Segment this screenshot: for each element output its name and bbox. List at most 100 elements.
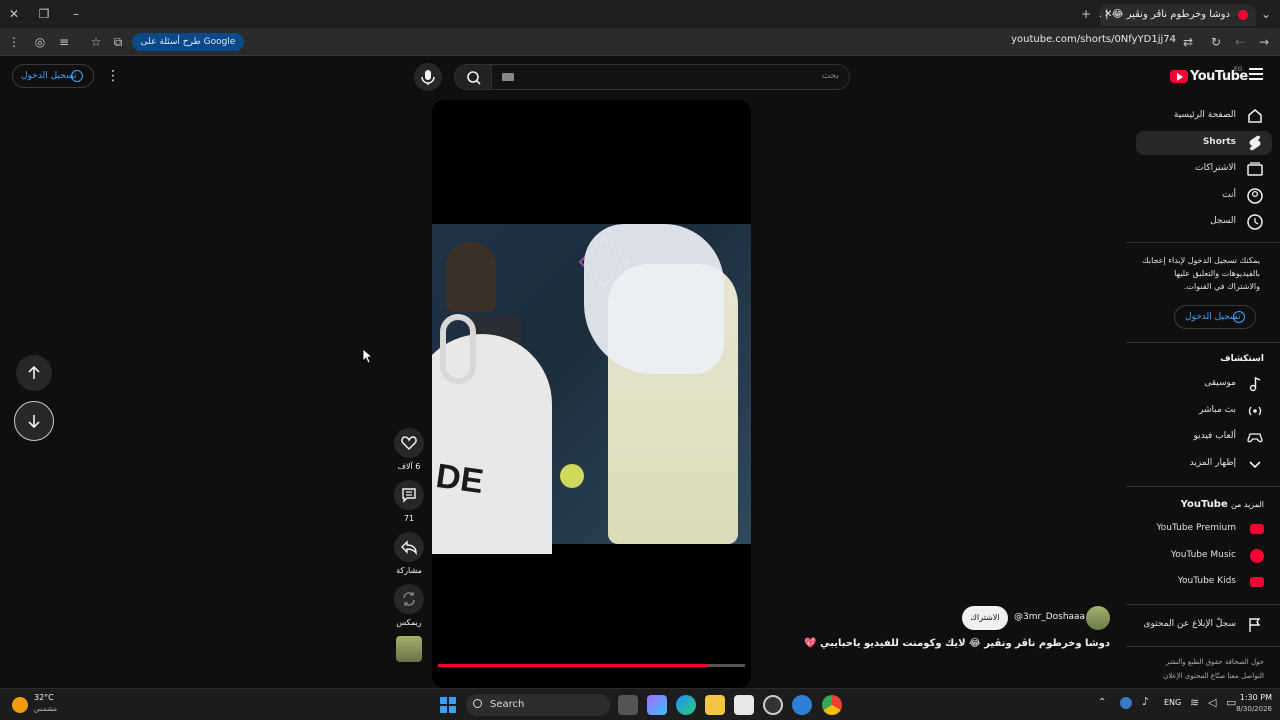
windows-taskbar: 32°C مشمس Search ⌃ ♪ ENG ≋ ◁ ▭ 1:30 PM 8… [0,688,1280,720]
user-icon [1247,188,1263,204]
tray-app-icon[interactable] [1120,697,1132,709]
volume-icon[interactable]: ◁ [1208,696,1216,709]
sidebar-item-youtube-kids[interactable]: YouTube Kids [1136,570,1264,594]
taskbar-search[interactable]: Search [466,694,610,716]
tray-mic-icon[interactable]: ♪ [1142,695,1149,708]
header-sign-in-button[interactable]: تسجيل الدخول [12,64,94,88]
forward-icon[interactable]: → [1254,32,1274,52]
wifi-icon[interactable]: ≋ [1190,696,1199,709]
settings-menu-icon[interactable]: ⋮ [106,68,120,84]
account-circle-icon [1233,311,1245,323]
tab-search-icon[interactable]: ⌄ [1256,4,1276,24]
sidebar-item-home[interactable]: الصفحة الرئيسية [1136,104,1264,128]
more-from-youtube-heading: YouTube المزيد من [1181,499,1264,510]
ask-google-chip[interactable]: طرح أسئلة على Google [132,33,244,51]
sidebar-item-label: سجلّ الإبلاغ عن المحتوى [1143,619,1236,629]
shorts-video-player[interactable]: DE [432,100,751,688]
reading-list-icon[interactable]: ≡ [54,32,74,52]
sound-thumbnail[interactable] [396,636,422,662]
sidebar-item-gaming[interactable]: ألعاب فيديو [1136,425,1264,449]
ball-figure [560,464,584,488]
sidebar-item-you[interactable]: أنت [1136,184,1264,208]
profile-icon[interactable]: ◎ [30,32,50,52]
person-back-figure [446,242,496,312]
sidebar-item-subscriptions[interactable]: الاشتراكات [1136,157,1264,181]
file-explorer-icon[interactable] [705,695,725,715]
like-button[interactable] [394,428,424,458]
youtube-logo[interactable]: YouTube [1170,68,1248,86]
search-icon [473,699,482,708]
chrome-browser-icon[interactable] [822,695,842,715]
subscribe-button[interactable]: الاشتراك [962,606,1008,630]
comment-icon [402,488,416,503]
sidebar-item-label: أنت [1222,190,1236,200]
headphones-figure [440,314,476,384]
weather-sun-icon[interactable] [12,697,28,713]
search-input[interactable]: بحث [492,64,850,90]
back-icon[interactable]: ← [1230,32,1250,52]
lens-icon[interactable]: ⧉ [108,32,128,52]
history-icon [1247,214,1263,230]
home-icon [1248,109,1262,123]
task-view-icon[interactable] [618,695,638,715]
sidebar-item-live[interactable]: بث مباشر [1136,399,1264,423]
sidebar-item-music[interactable]: موسيقى [1136,372,1264,396]
copilot-icon[interactable] [647,695,667,715]
video-frame: DE [432,224,751,554]
sidebar-item-show-more[interactable]: إظهار المزيد [1136,452,1264,476]
comments-button[interactable] [394,480,424,510]
sidebar-divider [1126,242,1280,243]
footer-links-1[interactable]: حول الصحافة حقوق الطبع والنشر [1124,658,1264,666]
voice-search-button[interactable] [414,63,442,91]
weather-temp: 32°C [34,693,54,702]
keyboard-icon[interactable] [502,73,514,81]
clock-time[interactable]: 1:30 PM [1236,693,1272,702]
search-button[interactable] [454,64,492,90]
share-label: مشاركة [396,566,422,575]
clock-date[interactable]: 8/30/2026 [1226,705,1272,713]
sidebar-item-youtube-music[interactable]: YouTube Music [1136,544,1264,568]
restore-window-icon[interactable]: ❐ [34,4,54,24]
sidebar-item-shorts[interactable]: Shorts [1136,131,1272,155]
youtube-logo-play-triangle [1177,73,1183,81]
reload-icon[interactable]: ↻ [1206,32,1226,52]
url-text[interactable]: youtube.com/shorts/0NfyYD1jj74 [1000,34,1176,45]
sidebar-item-youtube-premium[interactable]: YouTube Premium [1136,517,1264,541]
remix-button[interactable] [394,584,424,614]
channel-handle[interactable]: @3mr_Doshaaa [1014,612,1085,622]
app-blue-icon[interactable] [792,695,812,715]
hamburger-menu-icon[interactable] [1249,68,1263,80]
previous-short-button[interactable] [16,355,52,391]
settings-gear-icon[interactable] [763,695,783,715]
gaming-icon [1247,433,1263,443]
minimize-window-icon[interactable]: – [66,4,86,24]
sidebar-item-label: Shorts [1202,137,1236,147]
sidebar-signin-prompt: يمكنك تسجيل الدخول لإبداء إعجابك بالفيدي… [1142,256,1260,291]
sidebar-item-history[interactable]: السجل [1136,210,1264,234]
tray-chevron-up-icon[interactable]: ⌃ [1098,697,1106,708]
next-short-button[interactable] [14,401,54,441]
mouse-cursor-icon [362,348,374,364]
windows-start-icon[interactable] [438,695,458,715]
browser-menu-icon[interactable]: ⋮ [4,32,24,52]
new-tab-icon[interactable]: + [1076,4,1096,24]
tab-title: دوشا وخرطوم ناڤر ونڤير 😂 | ... [1100,9,1230,20]
edge-browser-icon[interactable] [676,695,696,715]
sidebar-item-report-history[interactable]: سجلّ الإبلاغ عن المحتوى [1136,613,1264,637]
microsoft-store-icon[interactable] [734,695,754,715]
sidebar-item-label: YouTube Kids [1177,576,1236,586]
tab-close-icon[interactable]: ✕ [1104,4,1112,26]
youtube-premium-icon [1250,524,1264,534]
sidebar-sign-in-button[interactable]: تسجيل الدخول [1174,305,1256,329]
channel-avatar[interactable] [1086,606,1110,630]
close-window-icon[interactable]: ✕ [4,4,24,24]
site-settings-icon[interactable]: ⇄ [1178,32,1198,52]
language-indicator[interactable]: ENG [1164,698,1181,707]
browser-tab-active[interactable]: دوشا وخرطوم ناڤر ونڤير 😂 | ... ✕ [1100,4,1256,26]
bookmark-star-icon[interactable]: ☆ [86,32,106,52]
footer-links-2[interactable]: التواصل معنا صنّاع المحتوى الإعلان [1124,672,1264,680]
more-from-youtube-brand: YouTube [1180,499,1228,510]
live-icon [1248,406,1262,416]
youtube-music-icon [1250,549,1264,563]
share-button[interactable] [394,532,424,562]
